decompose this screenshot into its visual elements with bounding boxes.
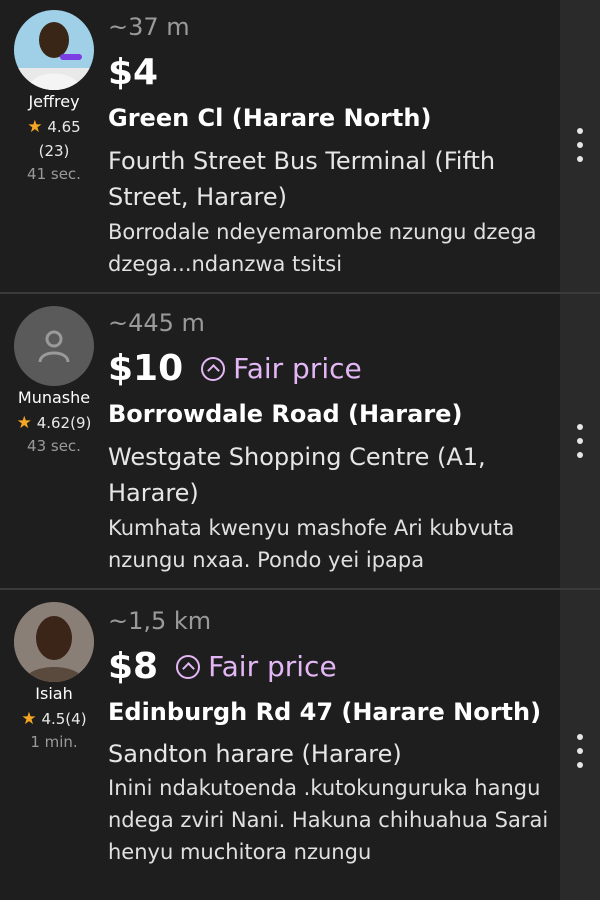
offer-card-1[interactable]: Jeffrey ★ 4.65 (23) 41 sec. ~37 m $4 Gre… bbox=[0, 0, 560, 292]
price-row: $4 bbox=[108, 52, 158, 93]
rating-value: 4.65 bbox=[47, 118, 81, 136]
offer-price: $8 bbox=[108, 646, 159, 687]
offer-price: $4 bbox=[108, 52, 159, 93]
offer-comment: Inini ndakutoenda .kutokunguruka hangu n… bbox=[108, 776, 549, 864]
offer-price: $10 bbox=[108, 348, 184, 389]
driver-rating: ★ 4.65 bbox=[0, 117, 108, 137]
driver-name: Isiah bbox=[35, 684, 73, 703]
pickup-address: Borrowdale Road (Harare) bbox=[108, 400, 463, 428]
pickup-address: Edinburgh Rd 47 (Harare North) bbox=[108, 698, 542, 726]
fair-price-badge: Fair price bbox=[201, 352, 362, 385]
fair-price-label: Fair price bbox=[208, 650, 337, 683]
driver-name: Munashe bbox=[17, 388, 91, 407]
pickup-address: Green Cl (Harare North) bbox=[108, 104, 432, 132]
offer-time: 1 min. bbox=[30, 733, 78, 751]
more-vertical-icon[interactable] bbox=[568, 424, 592, 458]
offer-comment: Kumhata kwenyu mashofe Ari kubvuta nzung… bbox=[108, 516, 515, 572]
driver-avatar bbox=[14, 602, 94, 682]
destination-address: Westgate Shopping Centre (A1, Harare) bbox=[108, 443, 486, 507]
rating-value: 4.5(4) bbox=[41, 710, 87, 728]
fair-price-label: Fair price bbox=[233, 352, 362, 385]
chevron-up-circle-icon bbox=[201, 356, 226, 381]
distance: ~37 m bbox=[108, 13, 190, 41]
more-vertical-icon[interactable] bbox=[568, 128, 592, 162]
star-icon: ★ bbox=[21, 709, 37, 729]
chevron-up-circle-icon bbox=[176, 654, 201, 679]
star-icon: ★ bbox=[16, 413, 32, 433]
distance: ~445 m bbox=[108, 309, 205, 337]
driver-rating: ★ 4.5(4) bbox=[0, 709, 108, 729]
distance: ~1,5 km bbox=[108, 607, 212, 635]
rating-value: 4.62(9) bbox=[36, 414, 92, 432]
star-icon: ★ bbox=[27, 117, 43, 137]
driver-avatar bbox=[14, 10, 94, 90]
driver-avatar bbox=[14, 306, 94, 386]
offer-time: 43 sec. bbox=[27, 437, 81, 455]
offer-card-3[interactable]: Isiah ★ 4.5(4) 1 min. ~1,5 km $8 Fair pr… bbox=[0, 590, 560, 900]
avatar-photo bbox=[14, 602, 94, 682]
review-count: (23) bbox=[38, 142, 70, 160]
offer-comment: Borrodale ndeyemarombe nzungu dzega dzeg… bbox=[108, 220, 537, 276]
price-row: $10 Fair price bbox=[108, 348, 362, 389]
destination-address: Sandton harare (Harare) bbox=[108, 740, 402, 768]
person-icon bbox=[38, 330, 70, 363]
more-vertical-icon[interactable] bbox=[568, 734, 592, 768]
driver-rating: ★ 4.62(9) bbox=[0, 413, 108, 433]
offer-card-2[interactable]: Munashe ★ 4.62(9) 43 sec. ~445 m $10 Fai… bbox=[0, 294, 560, 588]
fair-price-badge: Fair price bbox=[176, 650, 337, 683]
avatar-photo bbox=[14, 10, 94, 90]
offer-time: 41 sec. bbox=[27, 165, 81, 183]
offers-list: Jeffrey ★ 4.65 (23) 41 sec. ~37 m $4 Gre… bbox=[0, 0, 600, 900]
price-row: $8 Fair price bbox=[108, 646, 337, 687]
driver-name: Jeffrey bbox=[28, 92, 80, 111]
destination-address: Fourth Street Bus Terminal (Fifth Street… bbox=[108, 147, 496, 211]
